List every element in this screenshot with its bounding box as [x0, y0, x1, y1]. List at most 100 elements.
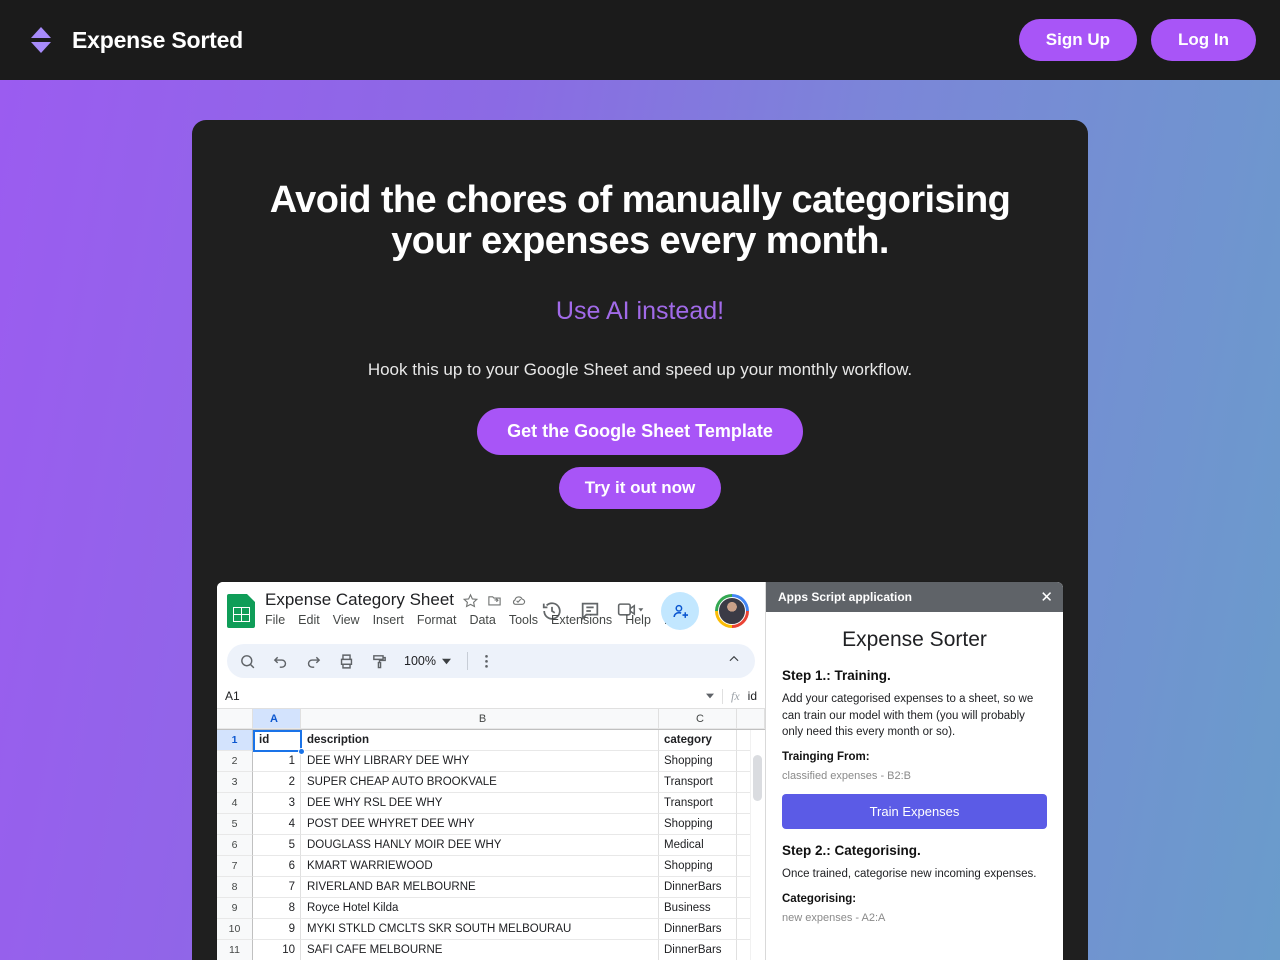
table-row[interactable]: 3 2 SUPER CHEAP AUTO BROOKVALE Transport — [217, 772, 765, 793]
column-header-c[interactable]: C — [659, 709, 737, 729]
column-header-a[interactable]: A — [253, 709, 301, 729]
table-row[interactable]: 11 10 SAFI CAFE MELBOURNE DinnerBars — [217, 940, 765, 960]
menu-format[interactable]: Format — [417, 613, 457, 627]
categorising-range-value[interactable]: new expenses - A2:A — [782, 912, 1047, 924]
more-options-icon[interactable] — [484, 653, 489, 670]
vertical-scrollbar-thumb[interactable] — [753, 755, 762, 801]
row-header[interactable]: 10 — [217, 919, 253, 940]
cell-category[interactable]: Shopping — [659, 856, 737, 877]
zoom-level-value: 100% — [404, 654, 436, 668]
sign-up-button[interactable]: Sign Up — [1018, 19, 1138, 61]
formula-divider — [721, 688, 723, 704]
cell-id[interactable]: 1 — [253, 751, 301, 772]
cell-id[interactable]: 3 — [253, 793, 301, 814]
cell-description[interactable]: DEE WHY RSL DEE WHY — [301, 793, 659, 814]
video-call-icon[interactable] — [617, 600, 645, 622]
column-header-d[interactable] — [737, 709, 765, 729]
formula-value[interactable]: id — [748, 689, 757, 703]
brand[interactable]: Expense Sorted — [24, 23, 243, 57]
table-row[interactable]: 9 8 Royce Hotel Kilda Business — [217, 898, 765, 919]
cell-description[interactable]: POST DEE WHYRET DEE WHY — [301, 814, 659, 835]
row-header[interactable]: 5 — [217, 814, 253, 835]
table-row[interactable]: 10 9 MYKI STKLD CMCLTS SKR SOUTH MELBOURAU… — [217, 919, 765, 940]
table-row[interactable]: 4 3 DEE WHY RSL DEE WHY Transport — [217, 793, 765, 814]
person-add-icon — [672, 604, 688, 618]
name-box[interactable]: A1 — [225, 689, 285, 703]
spreadsheet-grid[interactable]: A B C 1 id description category 2 1 DEE WHY LI… — [217, 709, 765, 960]
cell-description[interactable]: DEE WHY LIBRARY DEE WHY — [301, 751, 659, 772]
cell-category[interactable]: Shopping — [659, 814, 737, 835]
cell-category[interactable]: DinnerBars — [659, 940, 737, 960]
cell-category[interactable]: category — [659, 730, 737, 751]
cell-description[interactable]: KMART WARRIEWOOD — [301, 856, 659, 877]
cell-id[interactable]: 7 — [253, 877, 301, 898]
cell-id[interactable]: 9 — [253, 919, 301, 940]
menu-view[interactable]: View — [333, 613, 360, 627]
zoom-level-selector[interactable]: 100% — [404, 654, 451, 668]
cell-category[interactable]: DinnerBars — [659, 877, 737, 898]
menu-insert[interactable]: Insert — [373, 613, 404, 627]
row-header[interactable]: 2 — [217, 751, 253, 772]
cell-category[interactable]: Medical — [659, 835, 737, 856]
step-2-heading: Step 2.: Categorising. — [782, 843, 921, 859]
row-header[interactable]: 1 — [217, 730, 253, 751]
formula-bar: A1 fx id — [217, 684, 765, 709]
cell-description[interactable]: SUPER CHEAP AUTO BROOKVALE — [301, 772, 659, 793]
row-header[interactable]: 3 — [217, 772, 253, 793]
table-row[interactable]: 8 7 RIVERLAND BAR MELBOURNE DinnerBars — [217, 877, 765, 898]
comment-icon[interactable] — [579, 600, 601, 622]
cell-category[interactable]: Transport — [659, 793, 737, 814]
cell-description[interactable]: description — [301, 730, 659, 751]
menu-edit[interactable]: Edit — [298, 613, 320, 627]
row-header[interactable]: 4 — [217, 793, 253, 814]
cell-id[interactable]: id — [253, 730, 301, 751]
cell-id[interactable]: 6 — [253, 856, 301, 877]
cell-description[interactable]: SAFI CAFE MELBOURNE — [301, 940, 659, 960]
paint-format-icon[interactable] — [371, 653, 388, 670]
cell-category[interactable]: DinnerBars — [659, 919, 737, 940]
row-header[interactable]: 7 — [217, 856, 253, 877]
cell-category[interactable]: Transport — [659, 772, 737, 793]
table-row[interactable]: 6 5 DOUGLASS HANLY MOIR DEE WHY Medical — [217, 835, 765, 856]
print-icon[interactable] — [338, 653, 355, 670]
get-template-button[interactable]: Get the Google Sheet Template — [477, 408, 803, 456]
corner-cell[interactable] — [217, 709, 253, 729]
undo-icon[interactable] — [272, 653, 289, 670]
collapse-toolbar-icon[interactable] — [727, 652, 741, 671]
row-header[interactable]: 11 — [217, 940, 253, 960]
training-range-value[interactable]: classified expenses - B2:B — [782, 770, 1047, 782]
spreadsheet-pane: Expense Category Sheet File Edit View In… — [217, 582, 765, 960]
log-in-button[interactable]: Log In — [1151, 19, 1256, 61]
cell-id[interactable]: 5 — [253, 835, 301, 856]
row-header[interactable]: 9 — [217, 898, 253, 919]
cell-description[interactable]: Royce Hotel Kilda — [301, 898, 659, 919]
version-history-icon[interactable] — [541, 600, 563, 622]
menu-file[interactable]: File — [265, 613, 285, 627]
table-row[interactable]: 5 4 POST DEE WHYRET DEE WHY Shopping — [217, 814, 765, 835]
redo-icon[interactable] — [305, 653, 322, 670]
share-button[interactable] — [661, 592, 699, 630]
cell-id[interactable]: 2 — [253, 772, 301, 793]
cell-description[interactable]: DOUGLASS HANLY MOIR DEE WHY — [301, 835, 659, 856]
vertical-scrollbar-track[interactable] — [750, 730, 765, 960]
table-row[interactable]: 7 6 KMART WARRIEWOOD Shopping — [217, 856, 765, 877]
cell-category[interactable]: Business — [659, 898, 737, 919]
search-icon[interactable] — [239, 653, 256, 670]
try-it-out-button[interactable]: Try it out now — [558, 467, 722, 510]
fill-handle[interactable] — [298, 748, 305, 755]
column-header-b[interactable]: B — [301, 709, 659, 729]
apps-script-title-bar: Apps Script application ✕ — [766, 582, 1063, 612]
close-icon[interactable]: ✕ — [1040, 590, 1053, 605]
cell-description[interactable]: RIVERLAND BAR MELBOURNE — [301, 877, 659, 898]
train-expenses-button[interactable]: Train Expenses — [782, 794, 1047, 830]
cell-category[interactable]: Shopping — [659, 751, 737, 772]
row-header[interactable]: 6 — [217, 835, 253, 856]
cell-id[interactable]: 10 — [253, 940, 301, 960]
row-header[interactable]: 8 — [217, 877, 253, 898]
cell-id[interactable]: 8 — [253, 898, 301, 919]
cell-id[interactable]: 4 — [253, 814, 301, 835]
name-box-chevron-icon[interactable] — [705, 692, 714, 700]
document-title[interactable]: Expense Category Sheet — [265, 590, 454, 610]
cell-description[interactable]: MYKI STKLD CMCLTS SKR SOUTH MELBOURAU — [301, 919, 659, 940]
avatar[interactable] — [715, 594, 749, 628]
